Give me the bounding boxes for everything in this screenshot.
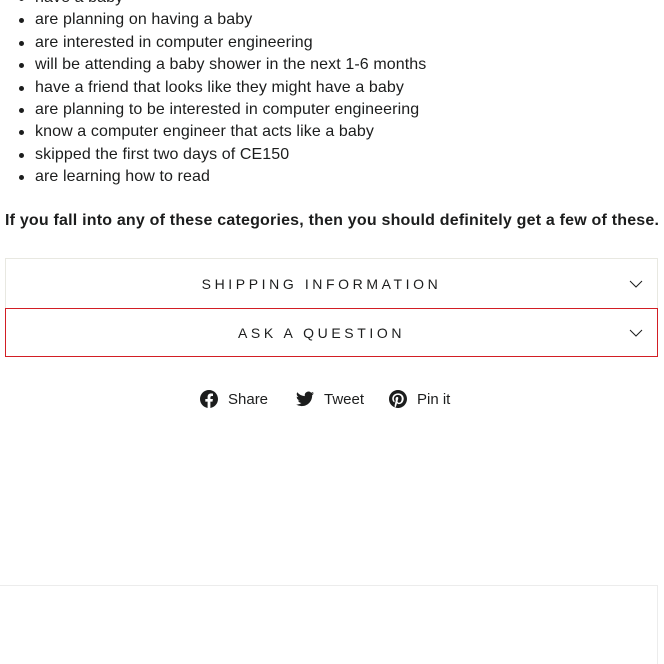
category-note: If you fall into any of these categories… — [5, 212, 660, 229]
list-item: are interested in computer engineering — [18, 32, 426, 54]
twitter-icon — [296, 391, 314, 407]
share-pinterest-label: Pin it — [417, 390, 451, 408]
list-item: have a friend that looks like they might… — [18, 77, 426, 99]
footer-divider — [0, 585, 658, 586]
audience-bullet-list: have a baby are planning on having a bab… — [0, 0, 426, 189]
shipping-information-label: SHIPPING INFORMATION — [201, 275, 442, 292]
share-facebook-button[interactable]: Share — [200, 388, 268, 410]
shipping-information-accordion[interactable]: SHIPPING INFORMATION — [5, 258, 658, 308]
list-item: skipped the first two days of CE150 — [18, 144, 426, 166]
footer-edge-divider — [657, 585, 658, 664]
list-item: are learning how to read — [18, 166, 426, 188]
pinterest-icon — [389, 390, 407, 408]
share-pinterest-button[interactable]: Pin it — [389, 388, 450, 410]
ask-a-question-accordion[interactable]: ASK A QUESTION — [5, 308, 658, 357]
share-twitter-label: Tweet — [324, 390, 365, 408]
share-facebook-label: Share — [228, 390, 269, 408]
chevron-down-icon — [629, 329, 643, 337]
share-twitter-button[interactable]: Tweet — [296, 388, 364, 410]
list-item: are planning to be interested in compute… — [18, 99, 426, 121]
chevron-down-icon — [629, 280, 643, 288]
ask-a-question-label: ASK A QUESTION — [237, 324, 406, 341]
facebook-icon — [200, 390, 218, 408]
social-share-row: Share Tweet Pin it — [0, 388, 664, 410]
list-item: will be attending a baby shower in the n… — [18, 54, 426, 76]
list-item: have a baby — [18, 0, 426, 9]
product-description-page: have a baby are planning on having a bab… — [0, 0, 664, 664]
list-item: know a computer engineer that acts like … — [18, 121, 426, 143]
list-item: are planning on having a baby — [18, 9, 426, 31]
